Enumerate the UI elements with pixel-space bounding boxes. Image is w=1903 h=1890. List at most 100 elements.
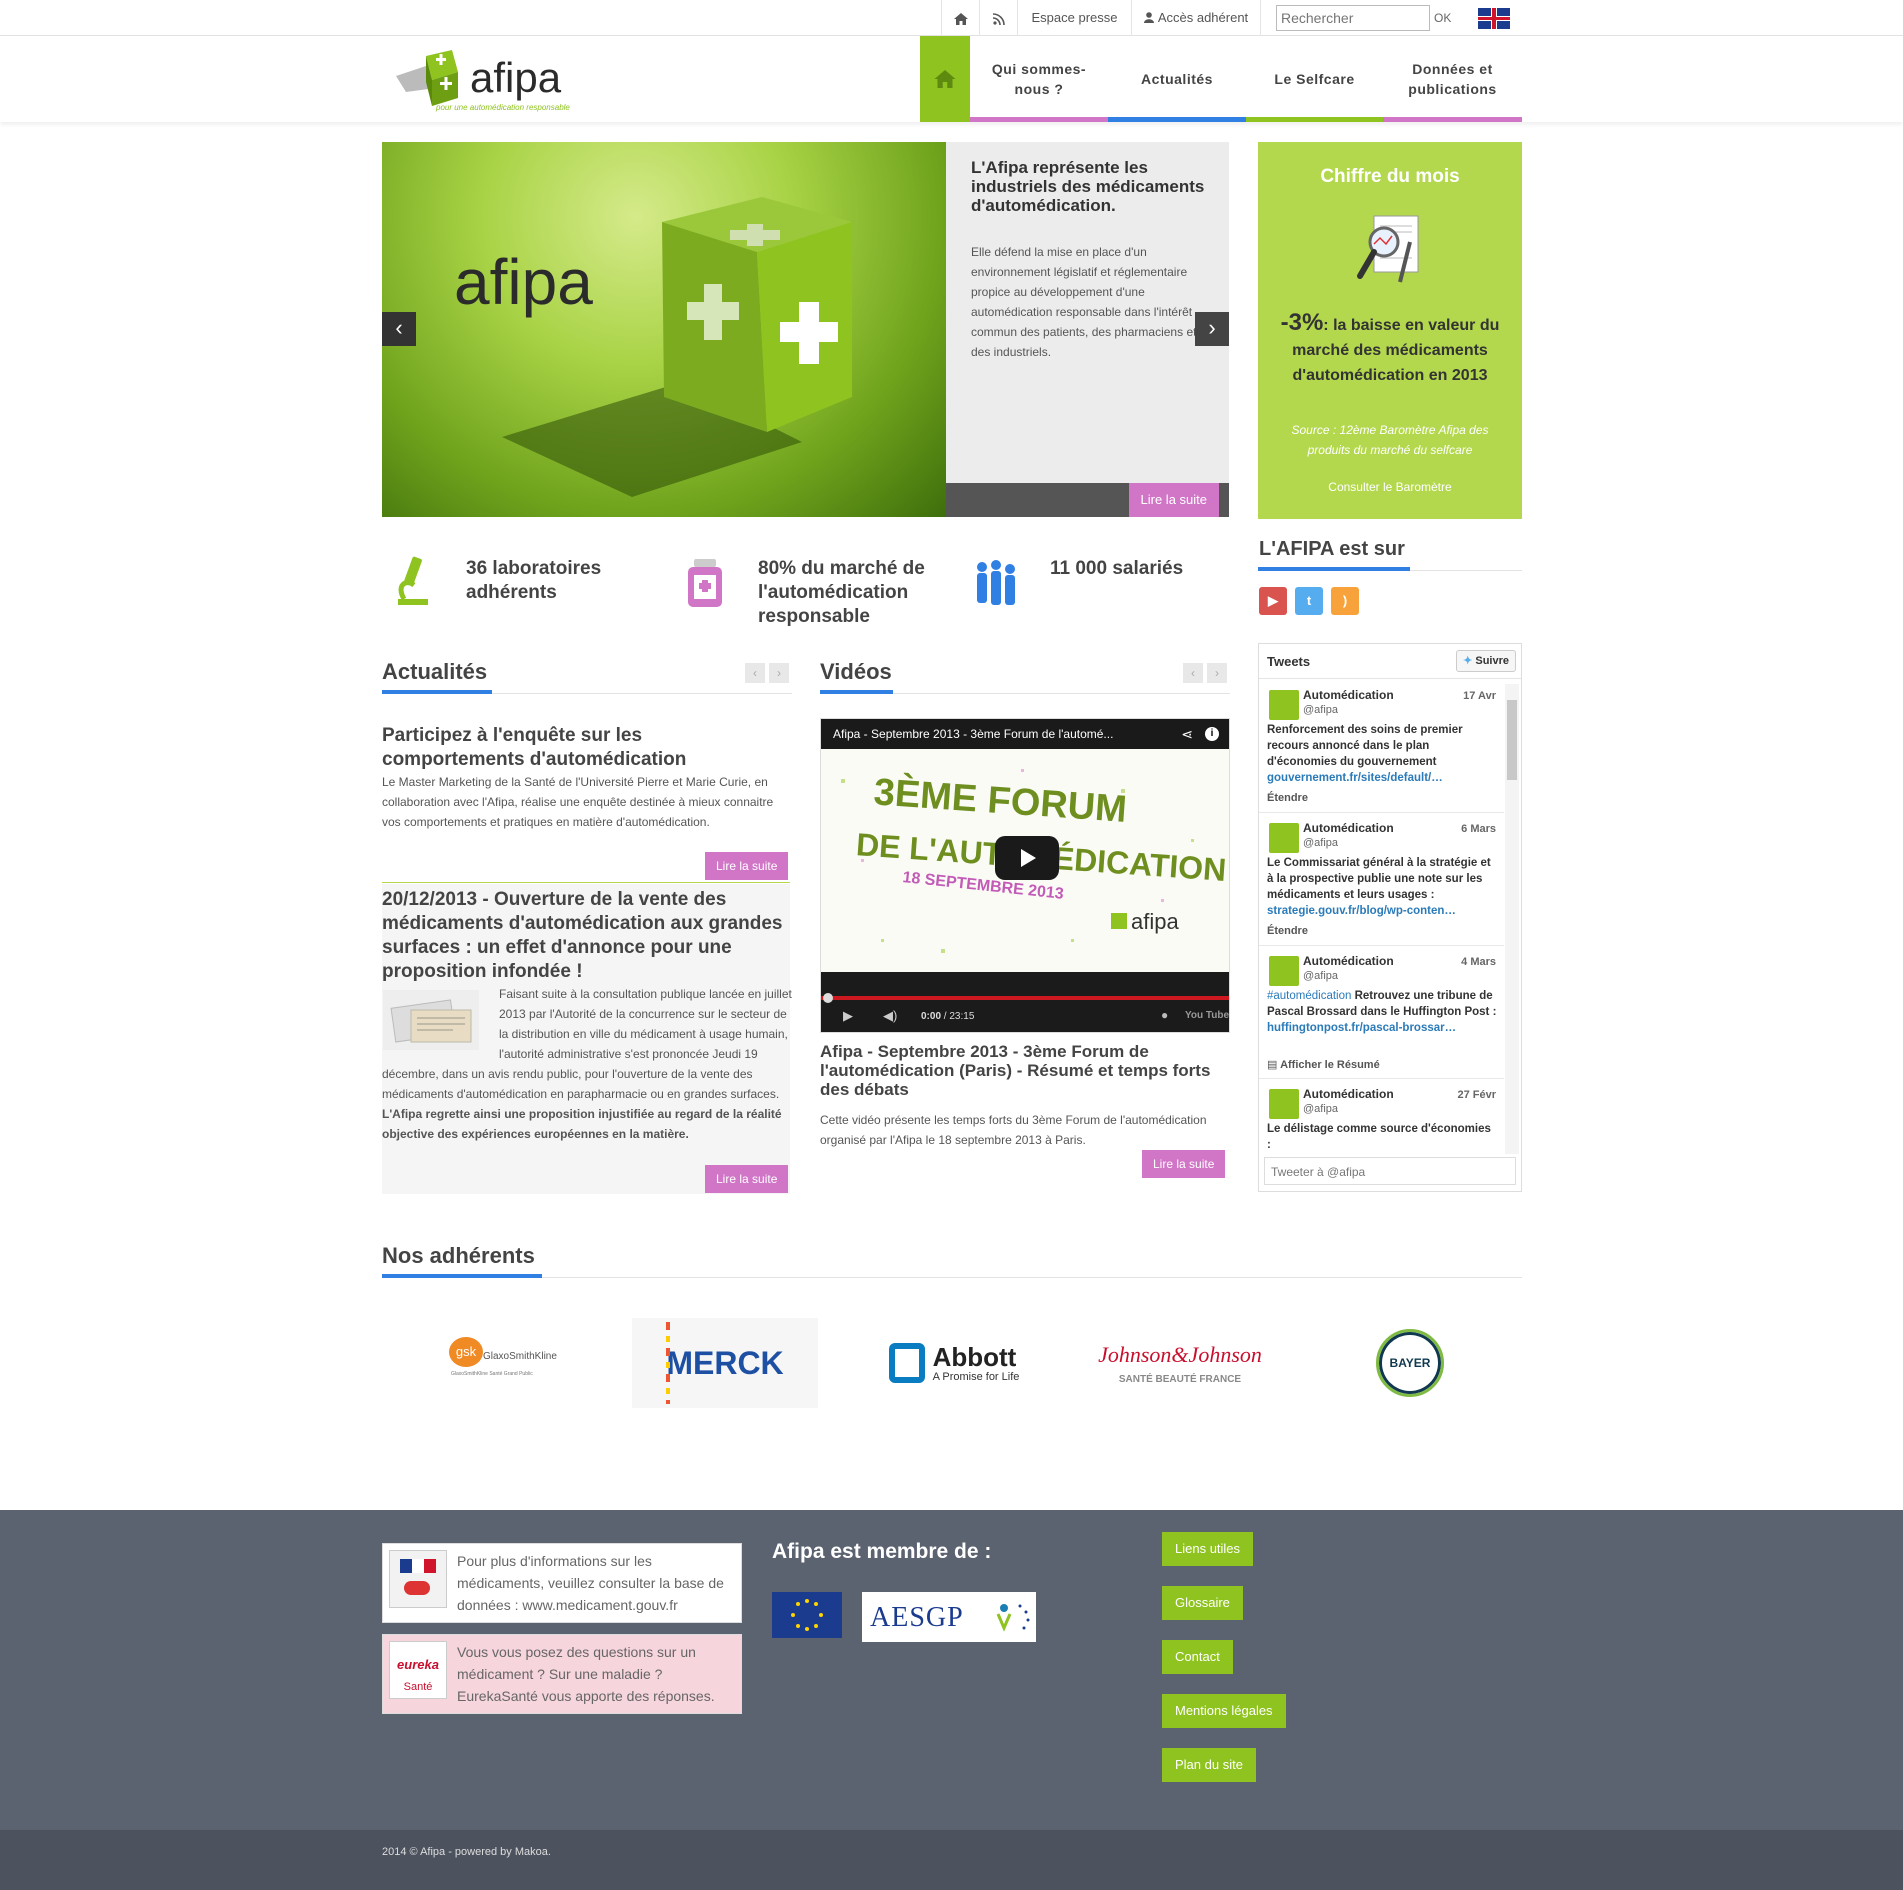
footer-link-liens-utiles[interactable]: Liens utiles [1162,1532,1254,1566]
actualites-next-button[interactable]: › [769,663,789,683]
play-button[interactable] [995,836,1059,880]
merck-logo[interactable]: MERCK [632,1318,818,1408]
search-input[interactable] [1276,5,1430,31]
svg-text:afipa: afipa [1131,909,1179,934]
rss-link[interactable] [979,0,1017,36]
tweet-handle[interactable]: @afipa [1303,704,1338,716]
tweet-handle[interactable]: @afipa [1303,970,1338,982]
tweet-item[interactable]: Automédication @afipa 6 Mars Le Commissa… [1259,813,1504,946]
hero-footer-bar: Lire la suite [946,483,1229,517]
nav-home-button[interactable] [920,36,970,122]
tweet-author[interactable]: Automédication [1303,954,1394,968]
tweet-date[interactable]: 17 Avr [1463,690,1496,702]
search-ok-button[interactable]: OK [1434,0,1451,36]
actualites-prev-button[interactable]: ‹ [745,663,765,683]
tweet-item[interactable]: Automédication @afipa 17 Avr Renforcemen… [1259,680,1504,813]
nav-actualites[interactable]: Actualités [1108,36,1246,122]
rss-icon[interactable]: ) [1331,587,1359,615]
tweet-date[interactable]: 4 Mars [1461,956,1496,968]
play-icon[interactable]: ▶ [843,1008,853,1024]
footer-link-mentions-legales[interactable]: Mentions légales [1162,1694,1286,1728]
tweet-compose-input[interactable]: Tweeter à @afipa [1264,1157,1516,1185]
tweet-item[interactable]: Automédication @afipa 4 Mars #automédica… [1259,946,1504,1079]
tweet-expand[interactable]: Étendre [1267,792,1308,804]
merck-mark [666,1322,670,1404]
summary-icon: ▤ [1267,1059,1278,1071]
video-player[interactable]: 3ÈME FORUM DE L'AUTOMÉDICATION 18 SEPTEM… [820,718,1230,1033]
video-read-more-button[interactable]: Lire la suite [1142,1150,1226,1178]
videos-prev-button[interactable]: ‹ [1183,663,1203,683]
abbott-logo[interactable]: Abbott A Promise for Life [876,1318,1032,1408]
eurekasante-logo-line1: eureka [397,1657,439,1672]
video-progress-bar[interactable] [821,996,1229,1000]
twitter-icon[interactable]: t [1295,587,1323,615]
video-progress-handle[interactable] [823,993,833,1003]
tweet-date[interactable]: 27 Févr [1457,1089,1496,1101]
membre-title: Afipa est membre de : [772,1540,992,1563]
footer-link-glossaire[interactable]: Glossaire [1162,1586,1243,1620]
tweet-hashtag[interactable]: #automédication [1267,990,1351,1002]
copyright: 2014 © Afipa - powered by Makoa. [382,1846,551,1858]
social-title: L'AFIPA est sur [1259,538,1405,560]
aesgp-logo[interactable]: AESGP [862,1592,1036,1642]
footer-link-contact[interactable]: Contact [1162,1640,1233,1674]
johnson-logo[interactable]: Johnson&Johnson SANTÉ BEAUTÉ FRANCE [1090,1318,1270,1408]
eurekasante-logo: eureka Santé [389,1641,447,1699]
espace-presse-link[interactable]: Espace presse [1017,0,1131,36]
eurekasante-text: Vous vous posez des questions sur un méd… [457,1644,715,1704]
bayer-logo[interactable]: BAYER [1370,1318,1450,1408]
videos-next-button[interactable]: › [1207,663,1227,683]
nav-le-selfcare[interactable]: Le Selfcare [1246,36,1383,122]
tweet-item[interactable]: Automédication @afipa 27 Févr Le délista… [1259,1079,1504,1154]
actualites-title: Actualités [382,659,488,684]
nav-qui-sommes-nous[interactable]: Qui sommes-nous ? [970,36,1108,122]
tweet-date[interactable]: 6 Mars [1461,823,1496,835]
nav-donnees-publications[interactable]: Données et publications [1383,36,1522,122]
tweet-link[interactable]: strategie.gouv.fr/blog/wp-conten… [1267,905,1456,917]
tweet-show-summary[interactable]: ▤ Afficher le Résumé [1267,1058,1380,1071]
slider-prev-button[interactable]: ‹ [382,312,416,346]
eurekasante-logo-line2: Santé [403,1681,433,1693]
footer-link-plan-du-site[interactable]: Plan du site [1162,1748,1256,1782]
volume-icon[interactable]: ◀) [883,1008,897,1024]
tweet-link[interactable]: huffingtonpost.fr/pascal-brossar… [1267,1022,1456,1034]
tweet-author[interactable]: Automédication [1303,1087,1394,1101]
tweet-handle[interactable]: @afipa [1303,1103,1338,1115]
tweet-handle[interactable]: @afipa [1303,837,1338,849]
news-read-more-button[interactable]: Lire la suite [705,1165,789,1193]
people-icon [977,560,1015,605]
tweet-expand[interactable]: Étendre [1267,925,1308,937]
gsk-logo[interactable]: gsk GlaxoSmithKline GlaxoSmithKline Sant… [430,1318,560,1408]
aesgp-label: AESGP [870,1602,964,1633]
slider-next-button[interactable]: › [1195,312,1229,346]
eu-flag-logo[interactable] [772,1592,842,1638]
home-link[interactable] [941,0,979,36]
youtube-logo[interactable]: You Tube [1185,1010,1229,1021]
english-flag-icon[interactable] [1478,8,1510,29]
eurekasante-box[interactable]: eureka Santé Vous vous posez des questio… [382,1634,742,1714]
twitter-widget-header: Tweets ✦ Suivre [1259,644,1521,679]
news-title[interactable]: Participez à l'enquête sur les comportem… [382,724,762,772]
acces-adherent-link[interactable]: Accès adhérent [1131,0,1261,36]
video-caption[interactable]: Afipa - Septembre 2013 - 3ème Forum de l… [820,1042,1215,1099]
hero-read-more-button[interactable]: Lire la suite [1128,483,1219,517]
tweet-author[interactable]: Automédication [1303,821,1394,835]
news-title[interactable]: 20/12/2013 - Ouverture de la vente des m… [382,888,787,984]
afipa-logo-icon: afipa pour une automédication responsabl… [396,50,570,112]
main-header: afipa pour une automédication responsabl… [0,36,1903,122]
medicament-gouv-box[interactable]: Pour plus d'informations sur les médicam… [382,1543,742,1623]
share-icon[interactable]: ⋖ [1181,719,1193,749]
tweets-scrollbar[interactable] [1505,684,1519,1154]
follow-button[interactable]: ✦ Suivre [1456,650,1516,672]
scrollbar-thumb[interactable] [1507,700,1517,780]
youtube-icon[interactable]: ▶ [1259,587,1287,615]
tweet-author[interactable]: Automédication [1303,688,1394,702]
news-read-more-button[interactable]: Lire la suite [705,852,789,880]
news-divider [382,882,790,883]
settings-icon[interactable]: ● [1161,1008,1168,1022]
video-duration: / 23:15 [943,1011,975,1022]
chiffre-barometre-link[interactable]: Consulter le Baromètre [1258,480,1522,494]
info-icon[interactable]: i [1205,727,1219,741]
tweet-link[interactable]: gouvernement.fr/sites/default/… [1267,772,1443,784]
afipa-logo[interactable]: afipa pour une automédication responsabl… [396,48,606,112]
